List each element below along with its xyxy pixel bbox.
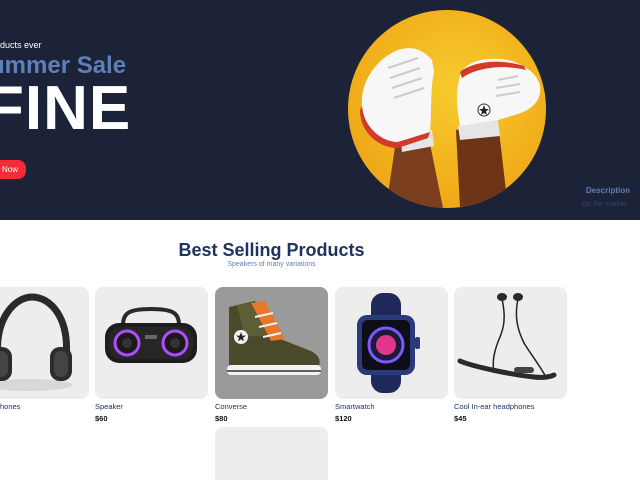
hero-subtitle: roducts ever	[0, 40, 42, 50]
product-card[interactable]: Converse $80	[215, 287, 328, 423]
headphones-icon	[0, 293, 72, 391]
product-image[interactable]	[454, 287, 567, 399]
section-title: Best Selling Products	[178, 240, 365, 260]
product-price: $60	[95, 414, 108, 423]
hero-description-text: On the market	[582, 201, 627, 208]
product-price: $120	[335, 414, 352, 423]
hero-large-title: FINE	[0, 74, 132, 143]
product-price: $45	[454, 414, 467, 423]
product-image[interactable]	[335, 287, 448, 399]
hero-sneaker-image	[348, 10, 546, 208]
sneaker-icon	[227, 301, 321, 375]
product-name: Cool In-ear headphones	[454, 402, 535, 411]
earphones-icon	[457, 293, 557, 380]
shop-now-button[interactable]: Now	[0, 160, 26, 179]
product-name: Speaker	[95, 402, 123, 411]
product-card[interactable]: hones	[0, 287, 89, 414]
smartwatch-icon	[357, 293, 420, 393]
product-image[interactable]	[95, 287, 208, 399]
product-card[interactable]: Cool In-ear headphones $45	[454, 287, 567, 423]
product-name: Converse	[215, 402, 248, 411]
speaker-icon	[105, 306, 197, 363]
hero-description-title: Description	[586, 186, 631, 195]
product-image[interactable]	[0, 287, 89, 399]
product-name: Smartwatch	[335, 402, 375, 411]
product-price: $80	[215, 414, 228, 423]
product-card[interactable]: Smartwatch $120	[335, 287, 448, 423]
product-name: hones	[0, 402, 21, 411]
section-subtitle: Speakers of many variations	[227, 261, 316, 268]
hero-banner: roducts ever ummer Sale FINE Now Descrip…	[0, 0, 640, 220]
product-card[interactable]: Speaker $60	[95, 287, 208, 423]
product-image[interactable]	[215, 287, 328, 399]
product-card-next-row[interactable]	[215, 427, 328, 480]
